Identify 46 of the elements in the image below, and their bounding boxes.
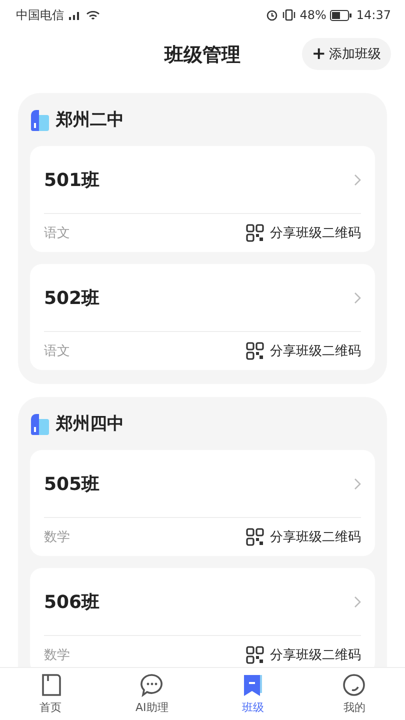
- tab-item[interactable]: 首页: [0, 668, 102, 720]
- subject-text: 数学: [44, 529, 70, 546]
- class-card[interactable]: 501班 语文 分享班级二维码: [30, 146, 375, 252]
- subject-text: 语文: [44, 343, 70, 360]
- share-qr-link[interactable]: 分享班级二维码: [246, 646, 361, 664]
- qr-code-icon: [246, 646, 264, 664]
- tab-item[interactable]: AI助理: [101, 668, 202, 720]
- add-class-button[interactable]: + 添加班级: [302, 38, 391, 70]
- vibrate-icon: [282, 9, 296, 21]
- subject-text: 数学: [44, 647, 70, 664]
- signal-icon: [68, 10, 82, 20]
- book-icon: [40, 673, 62, 697]
- class-card[interactable]: 506班 数学 分享班级二维码: [30, 568, 375, 667]
- class-card[interactable]: 502班 语文 分享班级二维码: [30, 264, 375, 370]
- battery-icon: [330, 10, 352, 20]
- wifi-icon: [86, 10, 100, 20]
- chevron-right-icon: [354, 174, 361, 186]
- class-name: 502班: [44, 286, 100, 310]
- chevron-right-icon: [354, 478, 361, 490]
- page-title: 班级管理: [164, 43, 240, 68]
- qr-code-icon: [246, 528, 264, 546]
- school-name: 郑州四中: [56, 413, 124, 435]
- carrier-text: 中国电信: [16, 6, 64, 24]
- class-name: 501班: [44, 168, 100, 192]
- share-qr-link[interactable]: 分享班级二维码: [246, 342, 361, 360]
- share-qr-link[interactable]: 分享班级二维码: [246, 224, 361, 242]
- chevron-right-icon: [354, 292, 361, 304]
- building-icon: [30, 412, 50, 434]
- bookmark-icon: [242, 673, 264, 697]
- share-qr-link[interactable]: 分享班级二维码: [246, 528, 361, 546]
- time-text: 14:37: [356, 8, 391, 22]
- building-icon: [30, 108, 50, 130]
- qr-code-icon: [246, 342, 264, 360]
- chat-icon: [140, 673, 164, 697]
- class-card[interactable]: 505班 数学 分享班级二维码: [30, 450, 375, 556]
- class-name: 506班: [44, 590, 100, 614]
- school-name: 郑州二中: [56, 109, 124, 131]
- chevron-right-icon: [354, 596, 361, 608]
- battery-text: 48%: [300, 8, 326, 22]
- subject-text: 语文: [44, 225, 70, 242]
- smile-icon: [342, 673, 366, 697]
- tab-item[interactable]: 我的: [304, 668, 405, 720]
- alarm-icon: [266, 9, 278, 21]
- qr-code-icon: [246, 224, 264, 242]
- class-name: 505班: [44, 472, 100, 496]
- tab-item[interactable]: 班级: [202, 668, 304, 720]
